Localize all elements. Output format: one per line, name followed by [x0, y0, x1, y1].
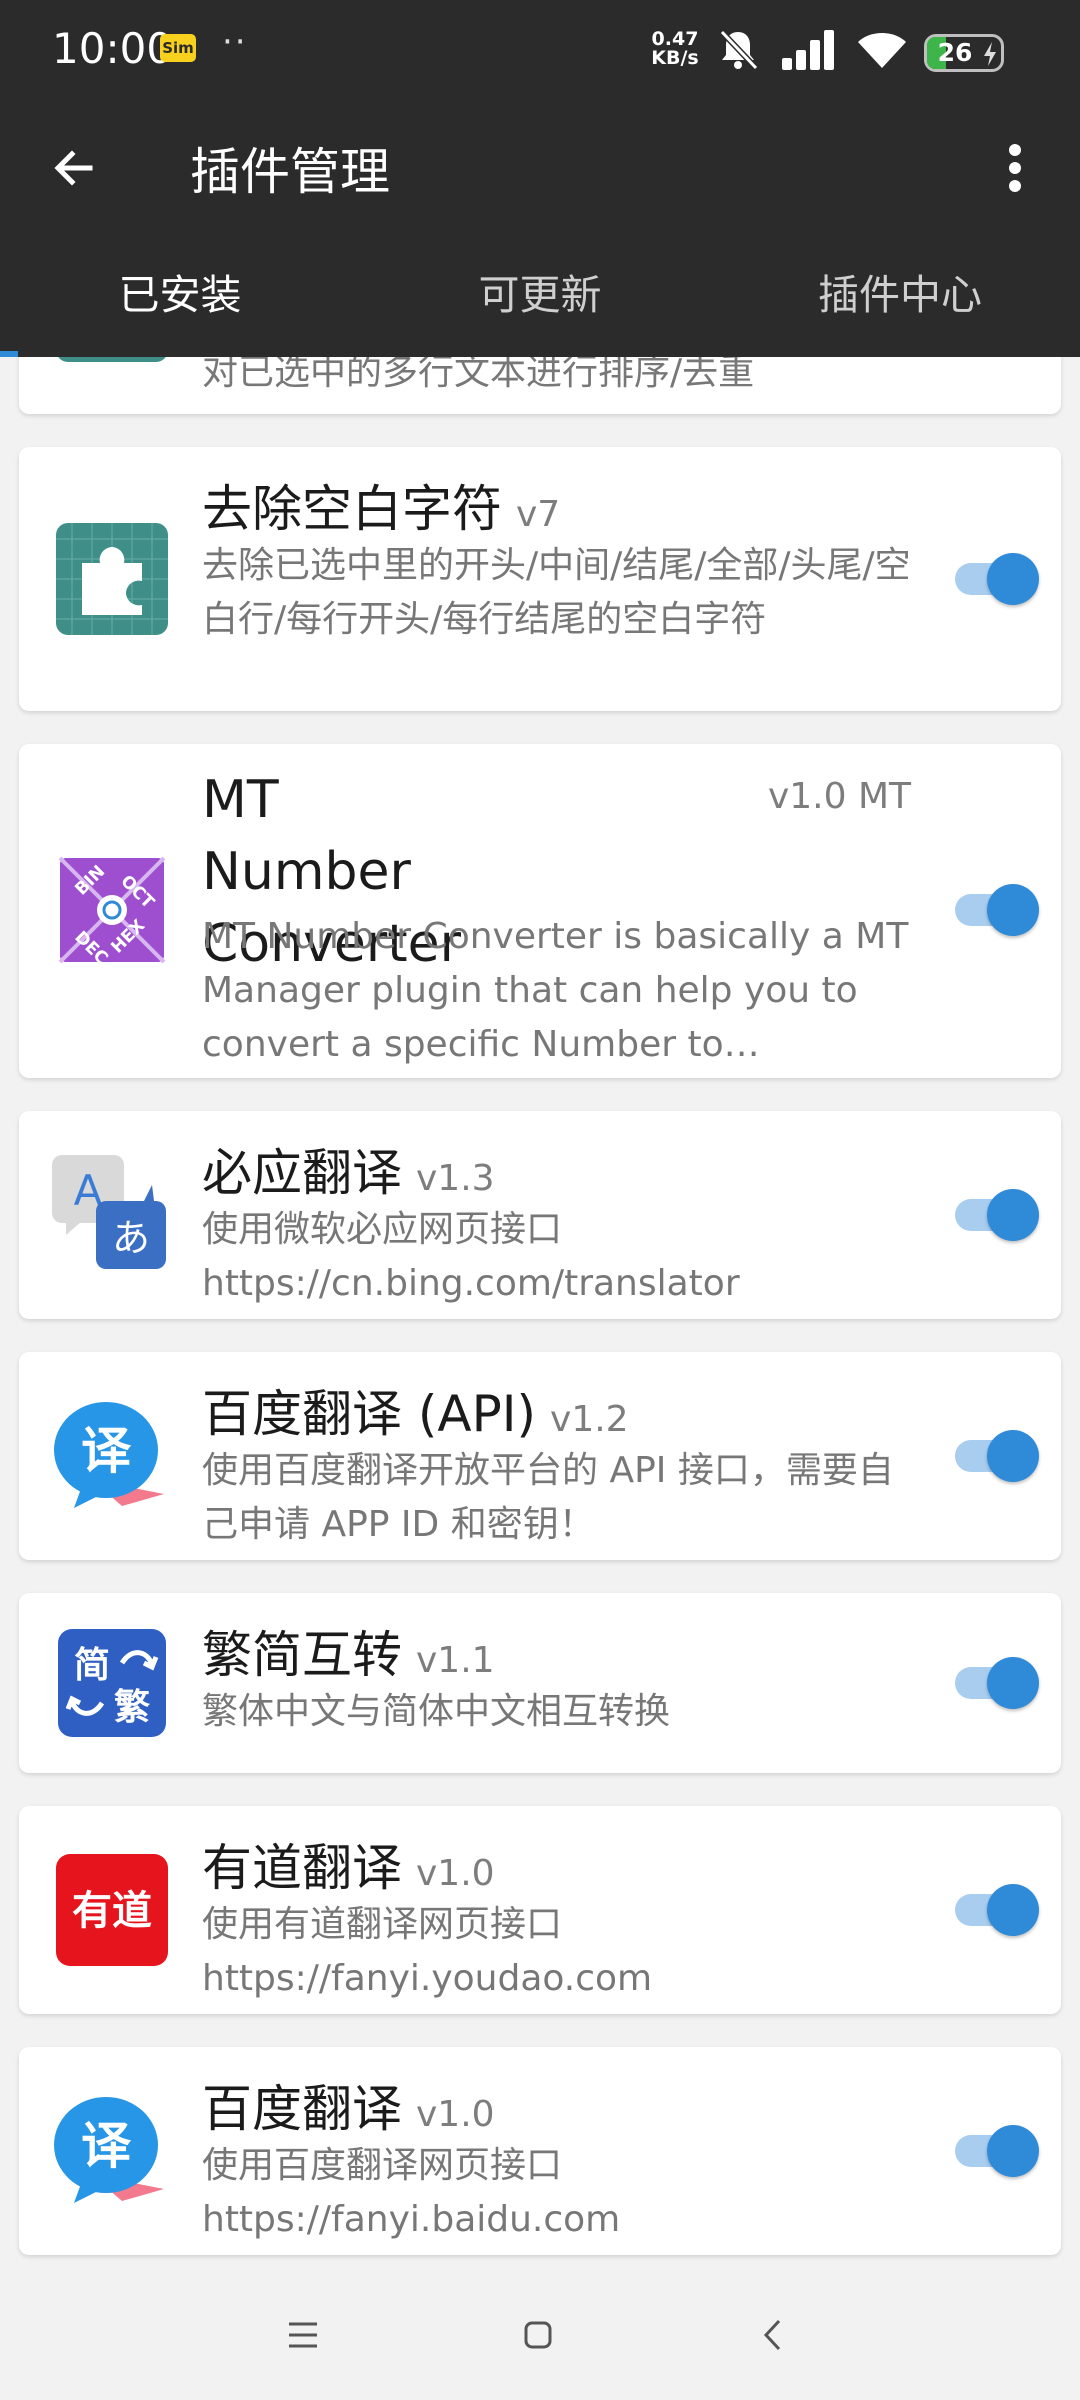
- baidu-translate-icon: 译: [52, 2091, 172, 2211]
- puzzle-icon: [52, 519, 172, 639]
- svg-text:译: 译: [81, 2117, 132, 2175]
- plugin-description: MT Number Converter is basically a MT Ma…: [202, 916, 909, 1065]
- tab-updatable[interactable]: 可更新: [360, 250, 720, 357]
- system-nav-bar: [0, 2270, 1080, 2400]
- plugin-title-row: 有道翻译 v1.0: [202, 1828, 901, 1900]
- plugin-enable-toggle[interactable]: [955, 1653, 1041, 1713]
- plugin-title: 繁简互转: [202, 1626, 402, 1684]
- battery-charging-icon: [984, 42, 996, 66]
- plugin-version: v7: [516, 494, 561, 535]
- net-speed: 0.47 KB/s: [651, 28, 699, 69]
- svg-text:简: 简: [74, 1645, 110, 1686]
- tab-installed[interactable]: 已安装: [0, 250, 360, 357]
- plugin-version: v1.3: [416, 1158, 495, 1199]
- svg-text:有道: 有道: [72, 1888, 152, 1934]
- notification-dots: ··: [222, 22, 248, 62]
- back-nav-icon: [763, 2319, 781, 2351]
- menu-icon: [289, 2322, 317, 2348]
- page-title: 插件管理: [190, 143, 390, 201]
- simplified-traditional-icon: 简 繁: [52, 1623, 172, 1743]
- wifi-icon: [858, 33, 906, 68]
- plugin-description: 使用百度翻译开放平台的 API 接口，需要自己申请 APP ID 和密钥！: [202, 1450, 894, 1545]
- battery-indicator: 26: [924, 34, 1004, 72]
- tab-bar: 已安装 可更新 插件中心: [0, 250, 1080, 357]
- youdao-icon: 有道: [52, 1850, 172, 1970]
- plugin-card-simplified-traditional[interactable]: 简 繁 繁简互转 v1.1 繁体中文与简体中文相互转换: [19, 1593, 1061, 1773]
- svg-text:あ: あ: [112, 1216, 150, 1260]
- plugin-title: 百度翻译: [202, 2080, 402, 2138]
- plugin-enable-toggle[interactable]: [955, 2121, 1041, 2181]
- plugin-version: v1.1: [416, 1640, 495, 1681]
- plugin-title-row: 繁简互转 v1.1: [202, 1615, 901, 1687]
- plugin-description: 使用百度翻译网页接口 https://fanyi.baidu.com: [202, 2145, 621, 2240]
- number-converter-icon: BIN OCT DEC HEX: [52, 850, 172, 970]
- plugin-title-row: 去除空白字符 v7: [202, 469, 901, 541]
- plugin-description: 去除已选中里的开头/中间/结尾/全部/头尾/空白行/每行开头/每行结尾的空白字符: [202, 545, 911, 640]
- plugin-card-youdao-translate[interactable]: 有道 有道翻译 v1.0 使用有道翻译网页接口 https://fanyi.you…: [19, 1806, 1061, 2014]
- signal-icon: [782, 30, 834, 70]
- plugin-title-row: 百度翻译 v1.0: [202, 2069, 901, 2141]
- plugin-enable-toggle[interactable]: [955, 1185, 1041, 1245]
- plugin-card-number-converter[interactable]: BIN OCT DEC HEX MT Number Converter v1.0…: [19, 744, 1061, 1078]
- svg-text:译: 译: [81, 1422, 132, 1480]
- plugin-version: v1.2: [550, 1399, 629, 1440]
- plugin-enable-toggle[interactable]: [955, 549, 1041, 609]
- plugin-description: 使用微软必应网页接口 https://cn.bing.com/translato…: [202, 1209, 740, 1304]
- arrow-back-icon: [54, 150, 93, 186]
- recents-button[interactable]: [268, 2300, 338, 2370]
- status-bar: 10:00 Sim ·· 0.47 KB/s 26: [0, 0, 1080, 100]
- plugin-title: 必应翻译: [202, 1144, 402, 1202]
- plugin-version: v1.0: [416, 1853, 495, 1894]
- plugin-version: v1.0 MT: [767, 776, 911, 817]
- home-button[interactable]: [503, 2300, 573, 2370]
- home-icon: [524, 2321, 552, 2349]
- more-options-button[interactable]: [985, 130, 1045, 206]
- tab-indicator: [0, 351, 18, 357]
- app-bar: 插件管理: [0, 100, 1080, 250]
- system-back-button[interactable]: [738, 2300, 808, 2370]
- plugin-title: 有道翻译: [202, 1839, 402, 1897]
- plugin-card-trim-whitespace[interactable]: 去除空白字符 v7 去除已选中里的开头/中间/结尾/全部/头尾/空白行/每行开头/…: [19, 447, 1061, 711]
- plugin-enable-toggle[interactable]: [955, 1426, 1041, 1486]
- plugin-title-row: 百度翻译 (API) v1.2: [202, 1374, 901, 1446]
- status-time: 10:00: [52, 24, 174, 73]
- baidu-translate-icon: 译: [52, 1396, 172, 1516]
- plugin-title-row: 必应翻译 v1.3: [202, 1133, 901, 1205]
- plugin-title: 去除空白字符: [202, 480, 502, 538]
- back-button[interactable]: [36, 130, 112, 206]
- more-vert-icon: [1009, 144, 1021, 192]
- plugin-card-bing-translate[interactable]: A あ 必应翻译 v1.3 使用微软必应网页接口 https://cn.bing.…: [19, 1111, 1061, 1319]
- plugin-enable-toggle[interactable]: [955, 880, 1041, 940]
- plugin-description: 使用有道翻译网页接口 https://fanyi.youdao.com: [202, 1904, 653, 1999]
- sim-icon: Sim: [160, 34, 196, 62]
- plugin-enable-toggle[interactable]: [955, 1880, 1041, 1940]
- plugin-card-baidu-translate[interactable]: 译 百度翻译 v1.0 使用百度翻译网页接口 https://fanyi.baid…: [19, 2047, 1061, 2255]
- svg-text:繁: 繁: [114, 1687, 150, 1728]
- plugin-description: 繁体中文与简体中文相互转换: [202, 1691, 671, 1732]
- plugin-card-baidu-translate-api[interactable]: 译 百度翻译 (API) v1.2 使用百度翻译开放平台的 API 接口，需要自己…: [19, 1352, 1061, 1560]
- top-bar: 10:00 Sim ·· 0.47 KB/s 26 插件管理 已安装 可更新 插…: [0, 0, 1080, 357]
- plugin-title: 百度翻译 (API): [202, 1385, 537, 1443]
- mute-bell-icon: [719, 29, 758, 71]
- translate-icon: A あ: [52, 1155, 172, 1275]
- plugin-version: v1.0: [416, 2094, 495, 2135]
- tab-plugin-center[interactable]: 插件中心: [720, 250, 1080, 357]
